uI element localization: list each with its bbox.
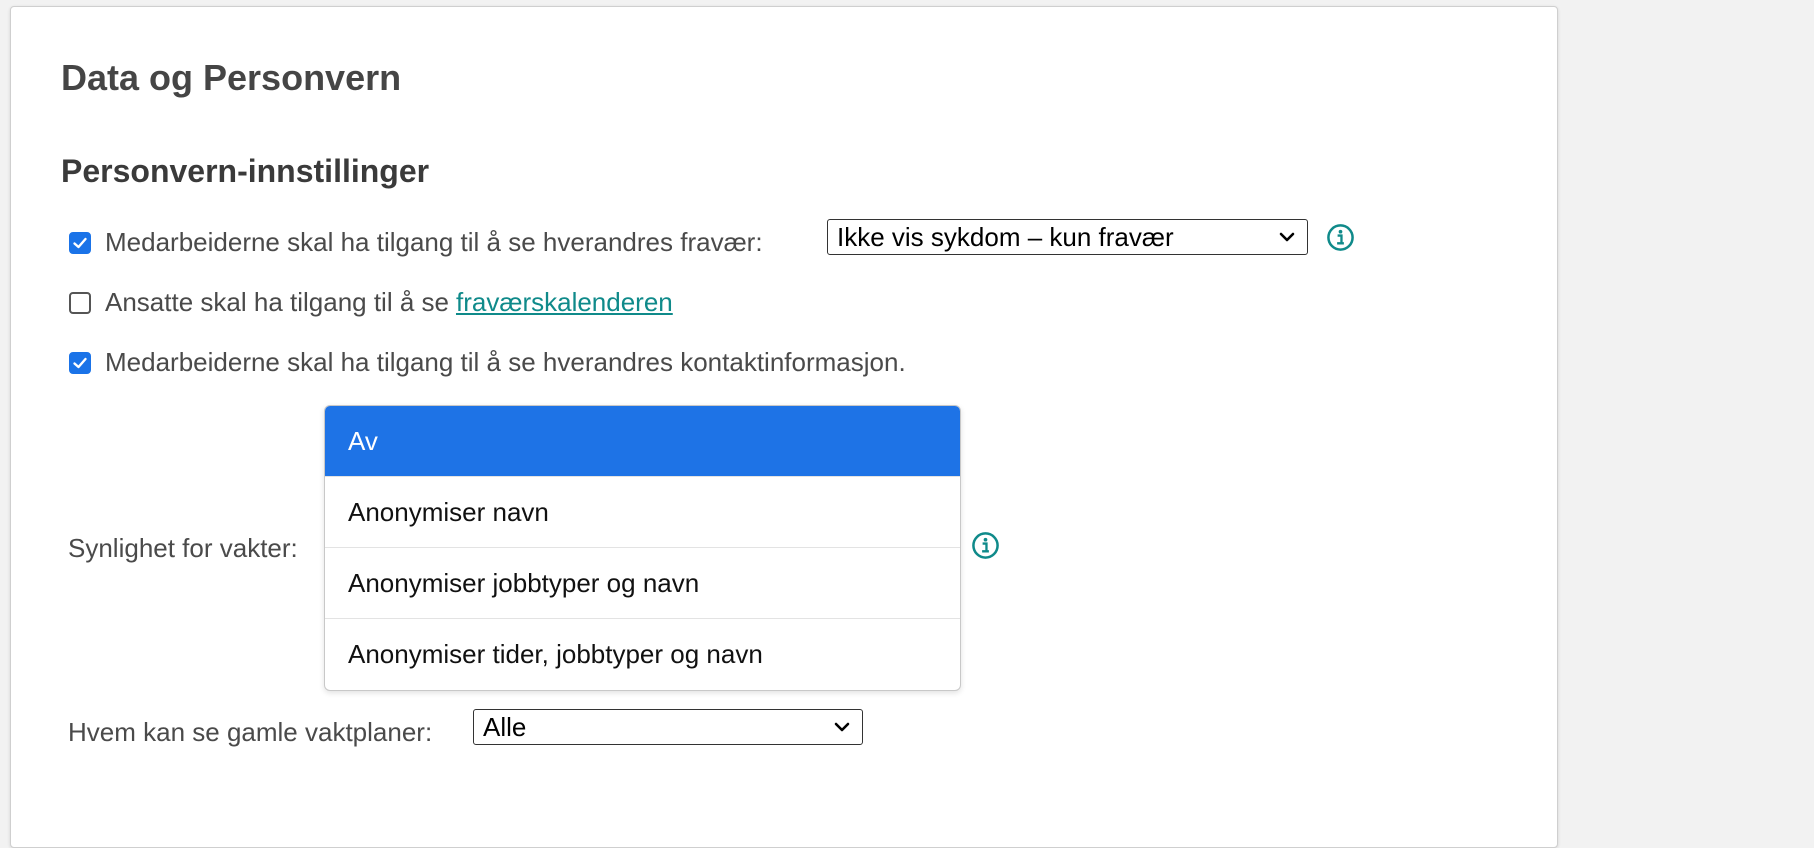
info-icon[interactable] — [971, 531, 1000, 560]
section-title: Personvern-innstillinger — [61, 153, 430, 189]
calendar-setting-row: Ansatte skal ha tilgang til å se fraværs… — [69, 287, 673, 318]
old-schedules-label: Hvem kan se gamle vaktplaner: — [68, 717, 433, 747]
contact-setting-row: Medarbeiderne skal ha tilgang til å se h… — [69, 347, 906, 378]
shift-visibility-label: Synlighet for vakter: — [68, 533, 298, 563]
chevron-down-icon — [1279, 232, 1295, 242]
check-icon — [73, 357, 87, 368]
settings-card: Data og Personvern Personvern-innstillin… — [10, 6, 1558, 848]
absence-select[interactable]: Ikke vis sykdom – kun fravær — [827, 219, 1308, 255]
absence-checkbox[interactable] — [69, 231, 91, 254]
absence-setting-row: Medarbeiderne skal ha tilgang til å se h… — [69, 227, 763, 258]
shift-visibility-option[interactable]: Anonymiser jobbtyper og navn — [325, 548, 960, 619]
shift-visibility-option[interactable]: Anonymiser tider, jobbtyper og navn — [325, 619, 960, 690]
contact-checkbox[interactable] — [69, 351, 91, 374]
shift-visibility-dropdown[interactable]: Av Anonymiser navn Anonymiser jobbtyper … — [324, 405, 961, 691]
page-title: Data og Personvern — [61, 57, 402, 98]
old-schedules-select-value: Alle — [483, 711, 527, 742]
calendar-label: Ansatte skal ha tilgang til å se — [105, 287, 449, 317]
absence-calendar-link[interactable]: fraværskalenderen — [456, 287, 673, 318]
info-icon[interactable] — [1326, 223, 1355, 252]
old-schedules-select[interactable]: Alle — [473, 709, 863, 745]
chevron-down-icon — [834, 722, 850, 732]
shift-visibility-option[interactable]: Anonymiser navn — [325, 477, 960, 548]
absence-select-value: Ikke vis sykdom – kun fravær — [837, 221, 1174, 252]
check-icon — [73, 237, 87, 248]
shift-visibility-option[interactable]: Av — [325, 406, 960, 477]
contact-label: Medarbeiderne skal ha tilgang til å se h… — [105, 347, 906, 377]
calendar-checkbox[interactable] — [69, 291, 91, 314]
absence-label: Medarbeiderne skal ha tilgang til å se h… — [105, 227, 763, 257]
